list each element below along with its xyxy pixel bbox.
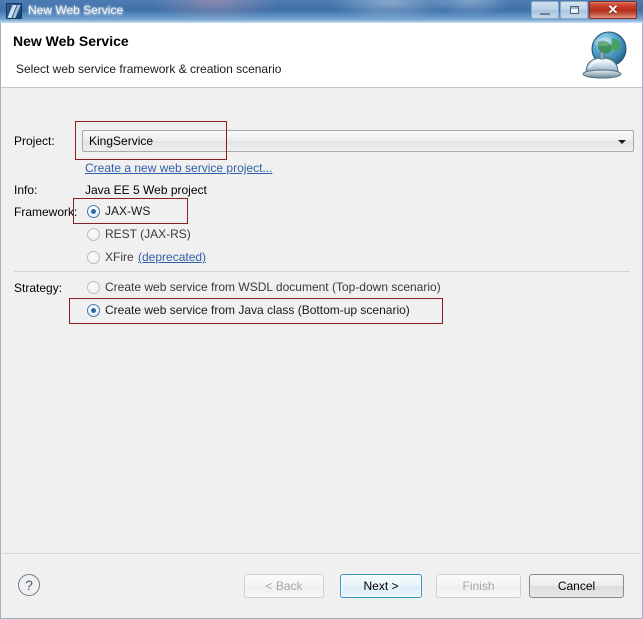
maximize-icon-top — [570, 6, 579, 9]
globe-server-icon — [582, 31, 627, 79]
minimize-icon — [540, 13, 550, 15]
titlebar-glow-decoration-2 — [330, 0, 450, 20]
page-title: New Web Service — [13, 33, 129, 49]
wizard-header: New Web Service Select web service frame… — [1, 23, 642, 88]
minimize-button[interactable] — [531, 1, 559, 19]
strategy-radio-topdown-label: Create web service from WSDL document (T… — [105, 280, 441, 294]
cancel-button[interactable]: Cancel — [529, 574, 624, 598]
window-title-bar[interactable]: New Web Service ✕ — [0, 0, 643, 23]
strategy-radio-topdown[interactable] — [87, 281, 100, 294]
footer-divider — [2, 553, 641, 554]
framework-radio-xfire-label: XFire — [105, 250, 134, 264]
titlebar-glow-decoration-3 — [430, 0, 510, 16]
page-subtitle: Select web service framework & creation … — [16, 62, 282, 76]
close-button[interactable]: ✕ — [589, 1, 637, 19]
chevron-down-icon — [618, 140, 626, 144]
help-button[interactable]: ? — [18, 574, 40, 596]
dialog-body: New Web Service Select web service frame… — [0, 23, 643, 619]
project-select-value: KingService — [89, 134, 154, 148]
strategy-radio-bottomup[interactable] — [87, 304, 100, 317]
framework-radio-jaxws[interactable] — [87, 205, 100, 218]
framework-radio-jaxws-label: JAX-WS — [105, 204, 151, 218]
new-web-service-icon — [6, 3, 22, 19]
project-select[interactable]: KingService — [82, 130, 634, 152]
finish-button[interactable]: Finish — [436, 574, 521, 598]
back-button[interactable]: < Back — [244, 574, 324, 598]
section-divider — [14, 271, 630, 272]
new-web-service-dialog-window: New Web Service ✕ New Web Service Select… — [0, 0, 643, 619]
xfire-deprecated-link[interactable]: (deprecated) — [138, 250, 206, 264]
create-new-web-service-project-link[interactable]: Create a new web service project... — [85, 161, 272, 175]
info-value: Java EE 5 Web project — [85, 183, 207, 197]
info-label: Info: — [14, 183, 38, 197]
framework-radio-rest-label: REST (JAX-RS) — [105, 227, 191, 241]
titlebar-glow-decoration — [150, 0, 280, 22]
window-title: New Web Service — [28, 3, 124, 17]
framework-radio-rest[interactable] — [87, 228, 100, 241]
next-button[interactable]: Next > — [340, 574, 422, 598]
close-icon: ✕ — [607, 2, 619, 17]
framework-label: Framework: — [14, 205, 78, 219]
strategy-radio-bottomup-label: Create web service from Java class (Bott… — [105, 303, 410, 317]
framework-radio-xfire[interactable] — [87, 251, 100, 264]
project-label: Project: — [14, 134, 55, 148]
strategy-label: Strategy: — [14, 281, 63, 295]
maximize-button[interactable] — [560, 1, 588, 19]
